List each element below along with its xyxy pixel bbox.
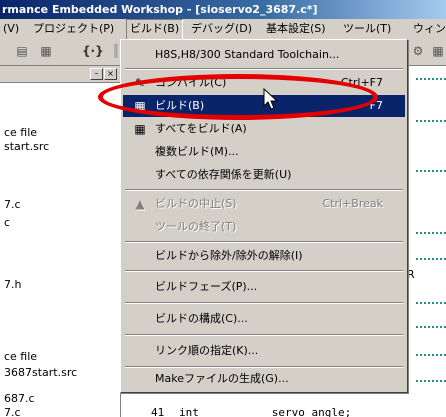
window-title: rmance Embedded Workshop - [sioservo2_36… bbox=[2, 3, 318, 16]
menu-tools[interactable]: ツール(T) bbox=[340, 19, 394, 39]
stop-build-icon: ▲ bbox=[135, 197, 145, 211]
menu-view[interactable]: (V) bbox=[0, 19, 22, 39]
tree-item[interactable]: 687.c bbox=[4, 392, 35, 405]
grid-icon[interactable]: ▦ bbox=[430, 43, 446, 59]
link-order-label: リンク順の指定(K)... bbox=[155, 344, 259, 357]
tree-item[interactable]: 7.h bbox=[4, 278, 21, 291]
copy-icon[interactable]: ▤ bbox=[14, 43, 30, 59]
divider bbox=[416, 258, 446, 260]
link-order-item[interactable]: リンク順の指定(K)... bbox=[123, 340, 405, 362]
config-item[interactable]: ビルドの構成(C)... bbox=[123, 308, 405, 330]
code-fragment: R bbox=[407, 268, 415, 281]
tree-item[interactable]: ce file bbox=[4, 350, 37, 363]
end-tool-label: ツールの終了(T) bbox=[155, 220, 237, 233]
menu-debug[interactable]: デバッグ(D) bbox=[188, 19, 255, 39]
tree-item[interactable]: c bbox=[4, 216, 10, 229]
menu-window[interactable]: ウィン bbox=[410, 19, 446, 39]
paste-icon[interactable]: ▦ bbox=[38, 43, 54, 59]
tool-icon[interactable]: ⚙ bbox=[410, 43, 426, 59]
end-tool-item[interactable]: ツールの終了(T) bbox=[123, 216, 405, 238]
divider bbox=[416, 170, 446, 172]
phases-item[interactable]: ビルドフェーズ(P)... bbox=[123, 276, 405, 298]
toolchain-item[interactable]: H8S,H8/300 Standard Toolchain... bbox=[123, 44, 405, 66]
divider bbox=[416, 120, 446, 122]
divider bbox=[416, 78, 446, 80]
line-code: int servo_angle; bbox=[179, 406, 352, 417]
menu-separator bbox=[125, 302, 403, 304]
braces-icon[interactable]: {·} bbox=[82, 43, 104, 59]
build-all-icon: ▦ bbox=[134, 122, 146, 136]
divider bbox=[416, 326, 446, 328]
mouse-cursor-icon bbox=[263, 88, 279, 110]
workspace-header: – × bbox=[0, 66, 120, 83]
menu-project[interactable]: プロジェクト(P) bbox=[30, 19, 117, 39]
tree-item[interactable]: 3687start.src bbox=[4, 366, 77, 379]
menu-build[interactable]: ビルド(B) bbox=[126, 19, 184, 39]
stop-build-label: ビルドの中止(S) bbox=[155, 197, 237, 210]
build-all-item[interactable]: ▦ すべてをビルド(A) bbox=[123, 118, 405, 140]
toolchain-label: H8S,H8/300 Standard Toolchain... bbox=[155, 48, 340, 61]
code-line: 41 int servo_angle; bbox=[121, 406, 446, 417]
makefile-label: Makeファイルの生成(G)... bbox=[155, 372, 289, 385]
exclude-label: ビルドから除外/除外の解除(I) bbox=[155, 249, 303, 262]
tree-item[interactable]: start.src bbox=[4, 140, 49, 153]
build-all-label: すべてをビルド(A) bbox=[155, 122, 247, 135]
phases-label: ビルドフェーズ(P)... bbox=[155, 280, 258, 293]
close-icon[interactable]: × bbox=[104, 68, 117, 80]
menu-bar: (V) プロジェクト(P) ビルド(B) デバッグ(D) 基本設定(S) ツール… bbox=[0, 19, 446, 39]
tree-item[interactable]: ce file bbox=[4, 126, 37, 139]
line-number: 41 bbox=[151, 406, 165, 417]
update-deps-label: すべての依存関係を更新(U) bbox=[155, 168, 292, 181]
minimize-icon[interactable]: – bbox=[90, 68, 103, 80]
menu-separator bbox=[125, 189, 403, 191]
stop-build-shortcut: Ctrl+Break bbox=[322, 197, 384, 210]
highlight-ellipse bbox=[98, 74, 378, 120]
divider bbox=[416, 232, 446, 234]
divider bbox=[416, 380, 446, 382]
config-label: ビルドの構成(C)... bbox=[155, 312, 248, 325]
tree-item[interactable]: 7.c bbox=[4, 198, 21, 211]
menu-settings[interactable]: 基本設定(S) bbox=[263, 19, 329, 39]
exclude-item[interactable]: ビルドから除外/除外の解除(I) bbox=[123, 245, 405, 267]
workspace-panel: – × ce file start.src 7.c c 7.h ce file … bbox=[0, 66, 121, 417]
makefile-item[interactable]: Makeファイルの生成(G)... bbox=[123, 368, 405, 390]
update-deps-item[interactable]: すべての依存関係を更新(U) bbox=[123, 164, 405, 186]
menu-separator bbox=[125, 334, 403, 336]
multi-build-item[interactable]: 複数ビルド(M)... bbox=[123, 141, 405, 163]
divider bbox=[416, 302, 446, 304]
menu-separator bbox=[125, 68, 403, 70]
title-bar: rmance Embedded Workshop - [sioservo2_36… bbox=[0, 0, 446, 19]
stop-build-item[interactable]: ▲ ビルドの中止(S) Ctrl+Break bbox=[123, 193, 405, 215]
divider bbox=[416, 354, 446, 356]
multi-build-label: 複数ビルド(M)... bbox=[155, 145, 239, 158]
menu-separator bbox=[125, 270, 403, 272]
tree-item[interactable]: 7.c bbox=[4, 406, 21, 417]
menu-separator bbox=[125, 241, 403, 243]
